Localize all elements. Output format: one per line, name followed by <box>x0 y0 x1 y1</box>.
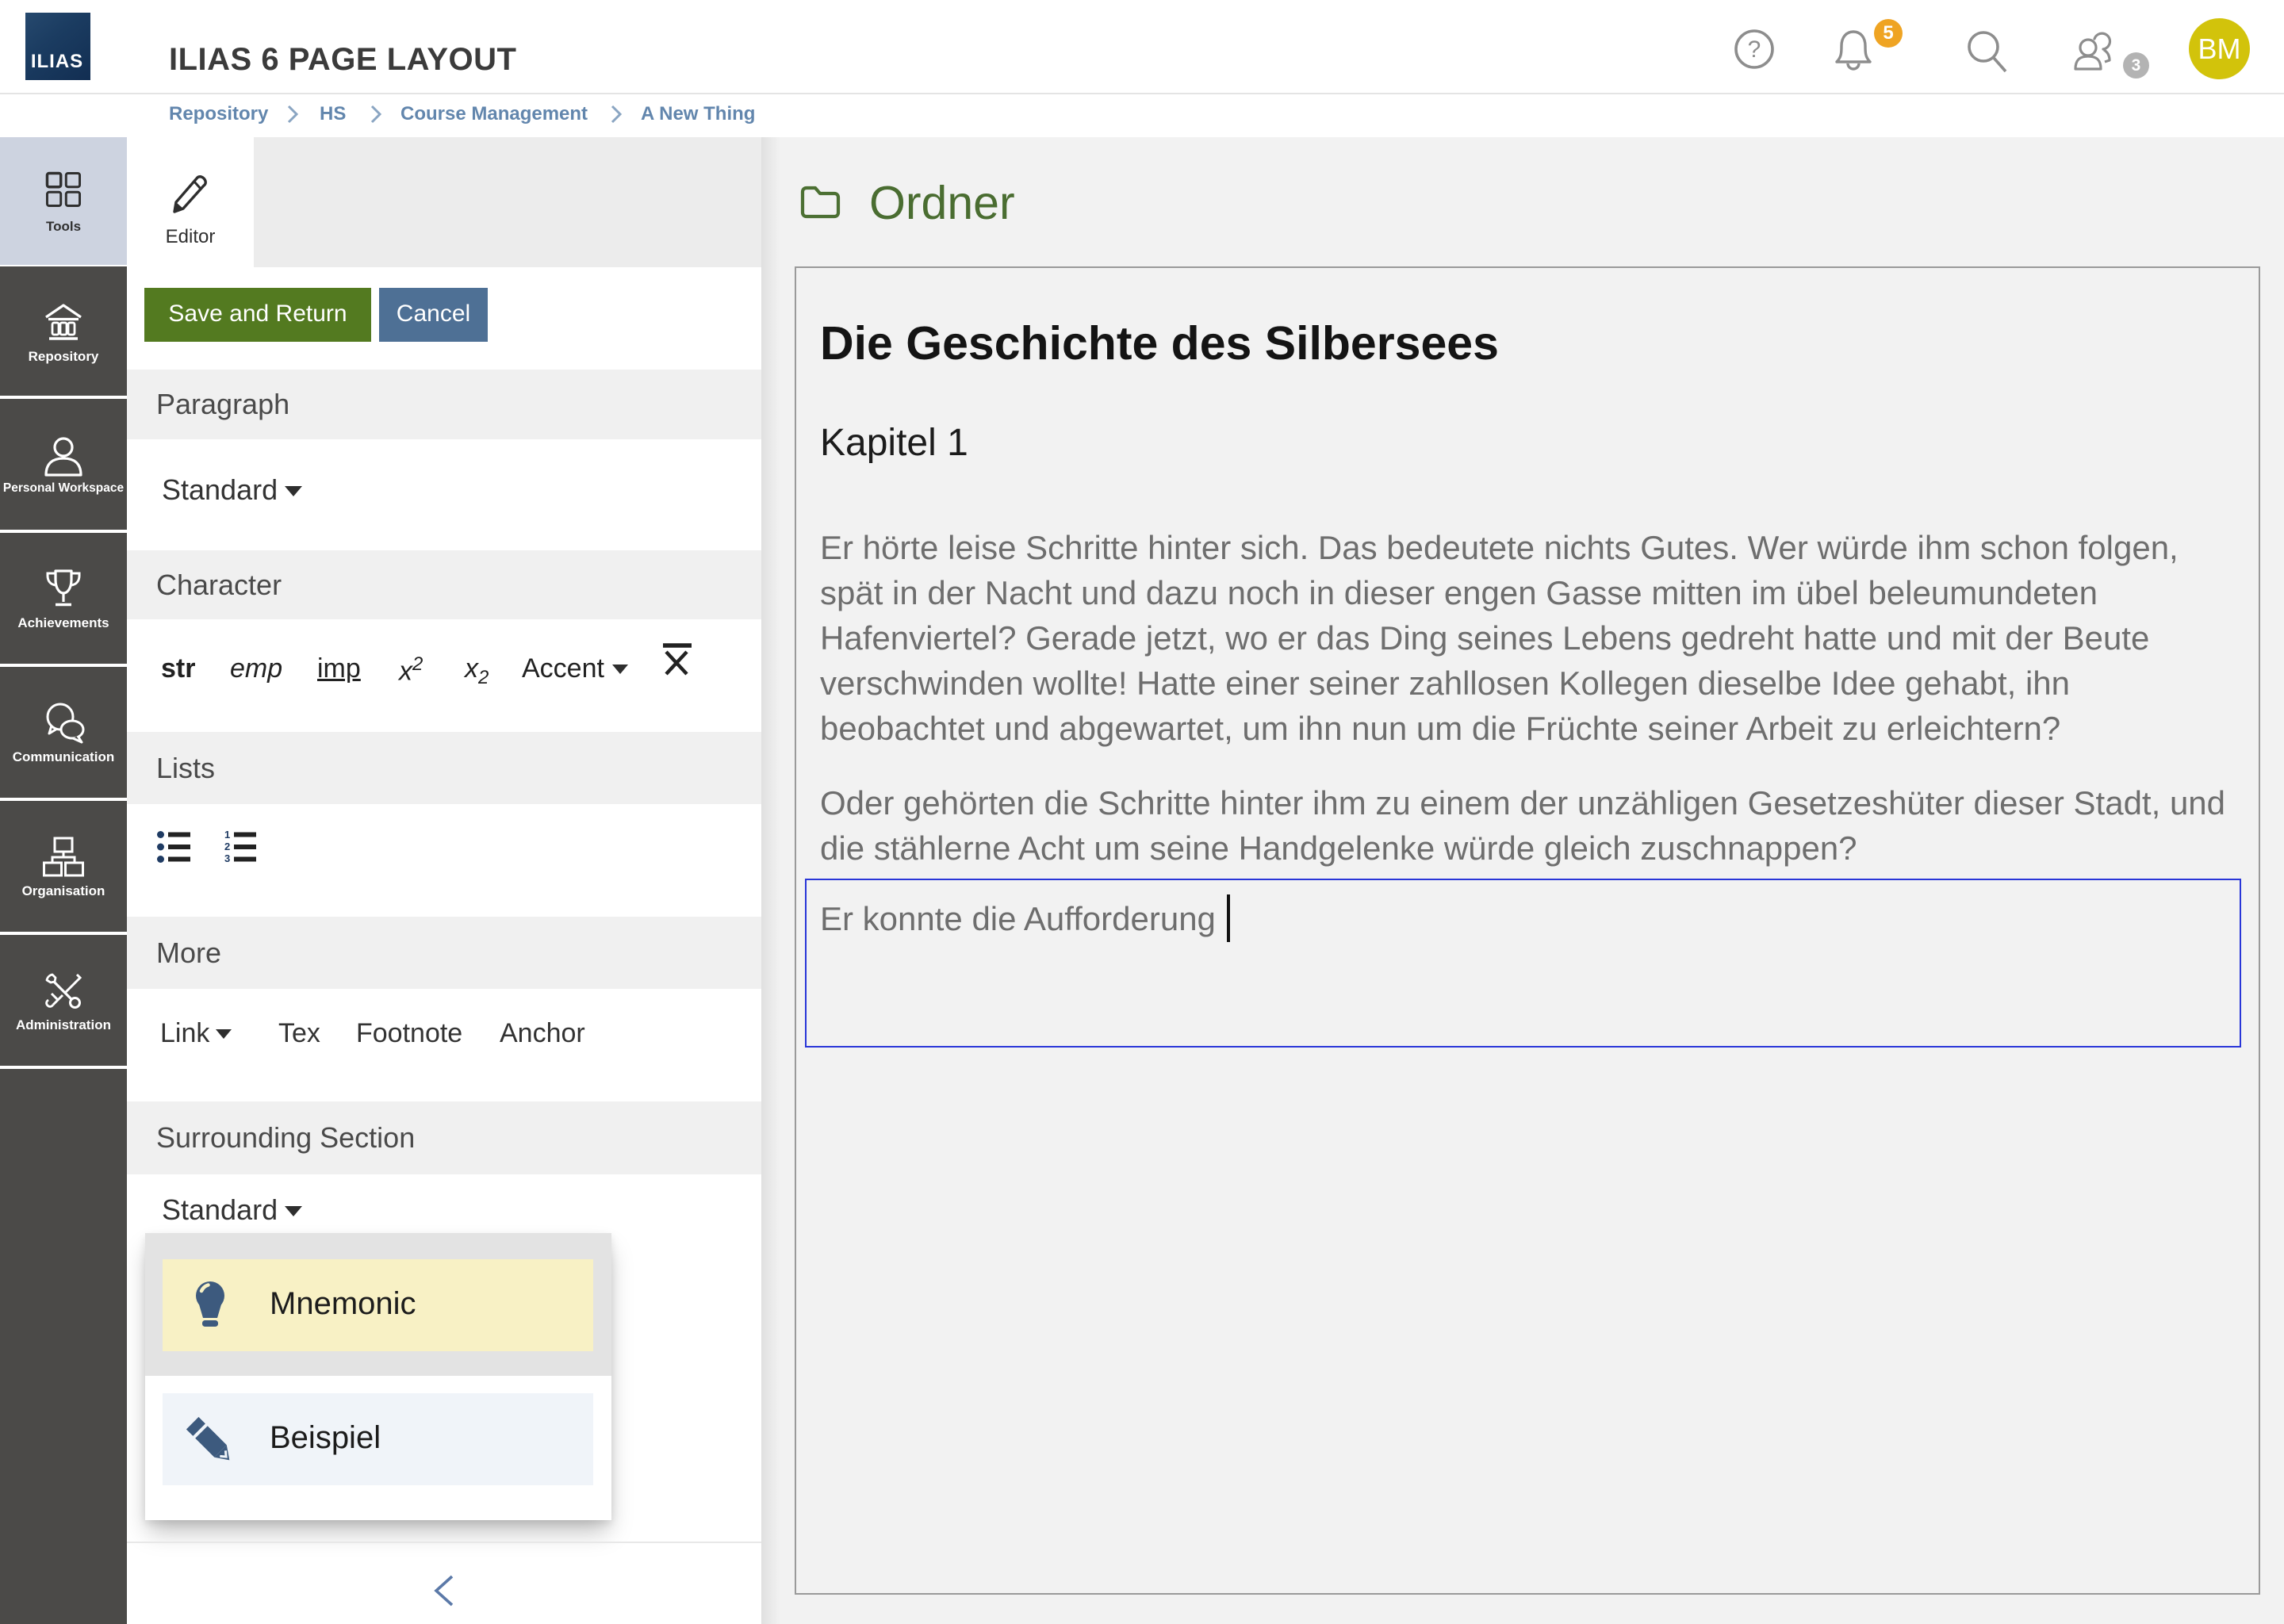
svg-text:2: 2 <box>224 841 230 852</box>
svg-text:1: 1 <box>224 831 230 841</box>
svg-text:?: ? <box>1748 36 1761 63</box>
svg-text:3: 3 <box>224 852 230 863</box>
